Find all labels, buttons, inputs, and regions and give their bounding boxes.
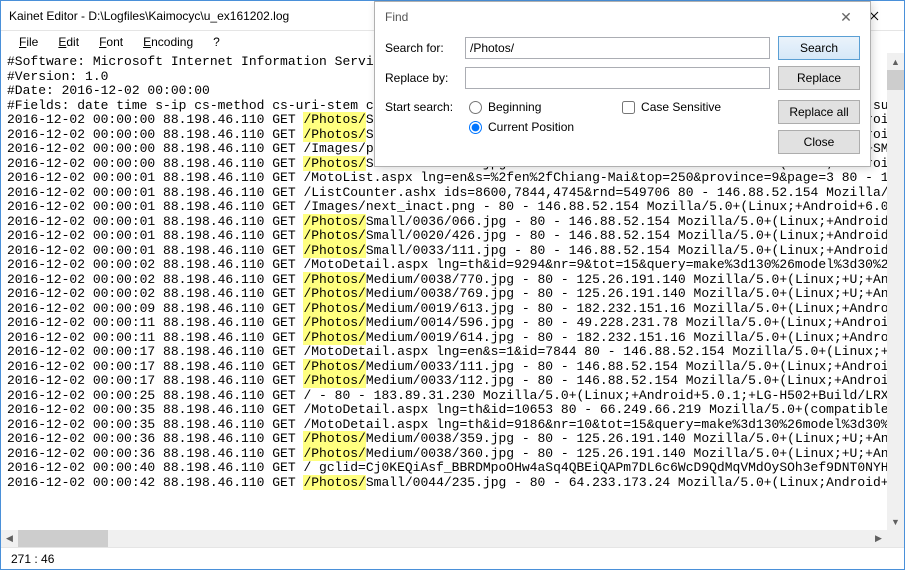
- find-close-icon[interactable]: ✕: [832, 6, 860, 28]
- start-search-label: Start search:: [385, 100, 465, 114]
- vscroll-track[interactable]: [887, 70, 904, 513]
- log-line[interactable]: 2016-12-02 00:00:35 88.198.46.110 GET /M…: [7, 403, 898, 418]
- menu-help[interactable]: ?: [205, 33, 228, 51]
- search-button[interactable]: Search: [778, 36, 860, 60]
- log-line[interactable]: 2016-12-02 00:00:01 88.198.46.110 GET /L…: [7, 186, 898, 201]
- log-line[interactable]: 2016-12-02 00:00:01 88.198.46.110 GET /P…: [7, 244, 898, 259]
- log-line[interactable]: 2016-12-02 00:00:01 88.198.46.110 GET /P…: [7, 215, 898, 230]
- log-line[interactable]: 2016-12-02 00:00:17 88.198.46.110 GET /M…: [7, 345, 898, 360]
- log-line[interactable]: 2016-12-02 00:00:01 88.198.46.110 GET /P…: [7, 229, 898, 244]
- scroll-right-arrow-icon[interactable]: ▶: [870, 530, 887, 547]
- log-line[interactable]: 2016-12-02 00:00:01 88.198.46.110 GET /I…: [7, 200, 898, 215]
- log-line[interactable]: 2016-12-02 00:00:40 88.198.46.110 GET / …: [7, 461, 898, 476]
- scroll-up-arrow-icon[interactable]: ▲: [887, 53, 904, 70]
- radio-current-position[interactable]: Current Position: [469, 120, 574, 134]
- find-dialog-title: Find: [385, 10, 408, 24]
- menu-font[interactable]: Font: [91, 33, 131, 51]
- log-line[interactable]: 2016-12-02 00:00:42 88.198.46.110 GET /P…: [7, 476, 898, 491]
- log-line[interactable]: 2016-12-02 00:00:01 88.198.46.110 GET /M…: [7, 171, 898, 186]
- scroll-down-arrow-icon[interactable]: ▼: [887, 513, 904, 530]
- log-line[interactable]: 2016-12-02 00:00:02 88.198.46.110 GET /P…: [7, 287, 898, 302]
- log-line[interactable]: 2016-12-02 00:00:11 88.198.46.110 GET /P…: [7, 316, 898, 331]
- close-button-dialog[interactable]: Close: [778, 130, 860, 154]
- find-dialog: Find ✕ Search for: Search Replace by: Re…: [374, 1, 871, 167]
- replace-by-label: Replace by:: [385, 71, 465, 85]
- scroll-left-arrow-icon[interactable]: ◀: [1, 530, 18, 547]
- log-line[interactable]: 2016-12-02 00:00:17 88.198.46.110 GET /P…: [7, 374, 898, 389]
- checkbox-case-sensitive[interactable]: Case Sensitive: [622, 100, 721, 114]
- log-line[interactable]: 2016-12-02 00:00:09 88.198.46.110 GET /P…: [7, 302, 898, 317]
- menu-edit[interactable]: Edit: [50, 33, 87, 51]
- replace-button[interactable]: Replace: [778, 66, 860, 90]
- vscroll-thumb[interactable]: [887, 70, 904, 90]
- cursor-position: 271 : 46: [11, 552, 54, 566]
- log-line[interactable]: 2016-12-02 00:00:02 88.198.46.110 GET /P…: [7, 273, 898, 288]
- menu-file[interactable]: File: [11, 33, 46, 51]
- log-line[interactable]: 2016-12-02 00:00:35 88.198.46.110 GET /M…: [7, 418, 898, 433]
- statusbar: 271 : 46: [1, 547, 904, 569]
- replace-all-button[interactable]: Replace all: [778, 100, 860, 124]
- horizontal-scrollbar[interactable]: ◀ ▶: [1, 530, 887, 547]
- menu-encoding[interactable]: Encoding: [135, 33, 201, 51]
- log-line[interactable]: 2016-12-02 00:00:36 88.198.46.110 GET /P…: [7, 447, 898, 462]
- search-for-input[interactable]: [465, 37, 770, 59]
- replace-by-input[interactable]: [465, 67, 770, 89]
- scroll-corner: [887, 530, 904, 547]
- vertical-scrollbar[interactable]: ▲ ▼: [887, 53, 904, 530]
- log-line[interactable]: 2016-12-02 00:00:36 88.198.46.110 GET /P…: [7, 432, 898, 447]
- log-line[interactable]: 2016-12-02 00:00:25 88.198.46.110 GET / …: [7, 389, 898, 404]
- search-for-label: Search for:: [385, 41, 465, 55]
- hscroll-track[interactable]: [18, 530, 870, 547]
- radio-beginning[interactable]: Beginning: [469, 100, 574, 114]
- hscroll-thumb[interactable]: [18, 530, 108, 547]
- log-line[interactable]: 2016-12-02 00:00:17 88.198.46.110 GET /P…: [7, 360, 898, 375]
- log-line[interactable]: 2016-12-02 00:00:11 88.198.46.110 GET /P…: [7, 331, 898, 346]
- log-line[interactable]: 2016-12-02 00:00:02 88.198.46.110 GET /M…: [7, 258, 898, 273]
